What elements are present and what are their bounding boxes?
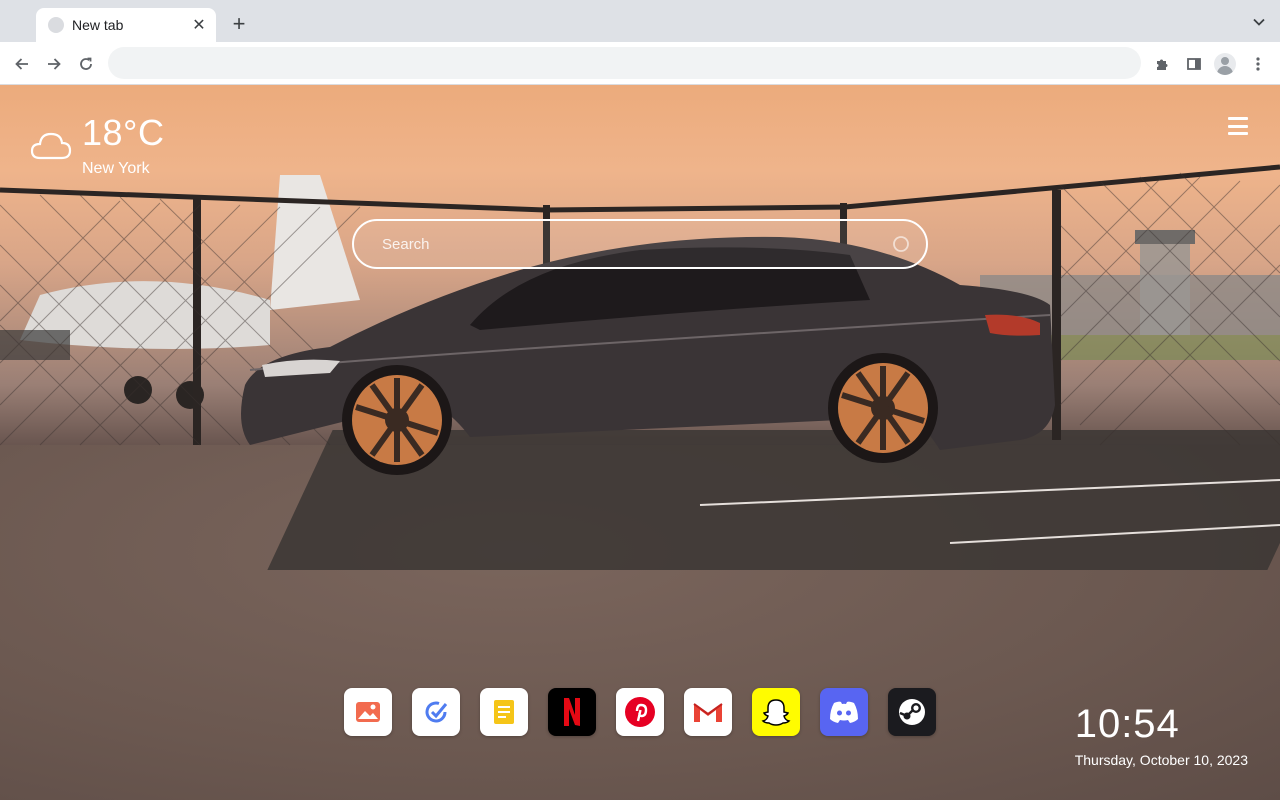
note-icon — [494, 700, 514, 724]
kebab-menu-icon — [1256, 57, 1260, 71]
new-tab-button[interactable]: + — [228, 13, 250, 36]
temperature: 18°C — [82, 112, 165, 153]
steam-icon — [899, 699, 925, 725]
clock-time: 10:54 — [1074, 702, 1180, 746]
image-icon — [356, 702, 380, 722]
tab-new-tab[interactable]: New tab ✕ — [36, 8, 216, 42]
side-panel-button[interactable] — [1183, 53, 1205, 75]
favicon-icon — [48, 17, 64, 33]
check-circle-icon — [425, 701, 448, 723]
app-steam[interactable] — [888, 688, 936, 736]
extensions-button[interactable] — [1151, 53, 1173, 75]
tab-close-button[interactable]: ✕ — [190, 16, 208, 34]
arrow-left-icon — [15, 58, 28, 70]
app-netflix[interactable] — [548, 688, 596, 736]
toolbar — [0, 42, 1280, 85]
app-discord[interactable] — [820, 688, 868, 736]
tab-strip: New tab ✕ + — [0, 0, 1280, 42]
clock-date: Thursday, October 10, 2023 — [1074, 752, 1248, 768]
app-gmail[interactable] — [684, 688, 732, 736]
avatar — [1214, 53, 1236, 75]
search-input[interactable] — [382, 235, 890, 253]
arrow-right-icon — [48, 58, 61, 70]
gmail-icon — [693, 703, 723, 722]
search-icon[interactable] — [890, 233, 912, 255]
discord-icon — [830, 701, 858, 723]
app-tasks[interactable] — [412, 688, 460, 736]
profile-button[interactable] — [1214, 53, 1236, 75]
tab-title: New tab — [72, 17, 124, 33]
reload-icon — [80, 57, 92, 70]
reload-button[interactable] — [75, 53, 97, 75]
back-button[interactable] — [11, 53, 33, 75]
pinterest-icon — [625, 697, 655, 727]
cloud-icon — [30, 132, 72, 160]
side-panel-icon — [1187, 58, 1201, 70]
search-bar[interactable] — [352, 219, 928, 269]
snapchat-icon — [761, 699, 791, 726]
wallpaper: 18°C New York Search 10:54 Thursday, Oct… — [0, 85, 1280, 800]
forward-button[interactable] — [43, 53, 65, 75]
netflix-icon — [564, 698, 580, 726]
app-snapchat[interactable] — [752, 688, 800, 736]
address-bar[interactable] — [108, 47, 1141, 79]
city-name: New York — [82, 160, 150, 177]
app-pinterest[interactable] — [616, 688, 664, 736]
app-gallery[interactable] — [344, 688, 392, 736]
puzzle-icon — [1157, 59, 1168, 70]
browser-menu-button[interactable] — [1247, 53, 1269, 75]
settings-menu-button[interactable] — [1228, 117, 1248, 135]
chevron-down-icon[interactable] — [1252, 15, 1266, 29]
hamburger-icon — [1228, 117, 1248, 120]
app-dock — [344, 688, 936, 736]
weather-widget[interactable]: 18°C New York — [30, 110, 165, 177]
app-notes[interactable] — [480, 688, 528, 736]
clock-widget: 10:54 Thursday, October 10, 2023 — [1075, 702, 1248, 768]
